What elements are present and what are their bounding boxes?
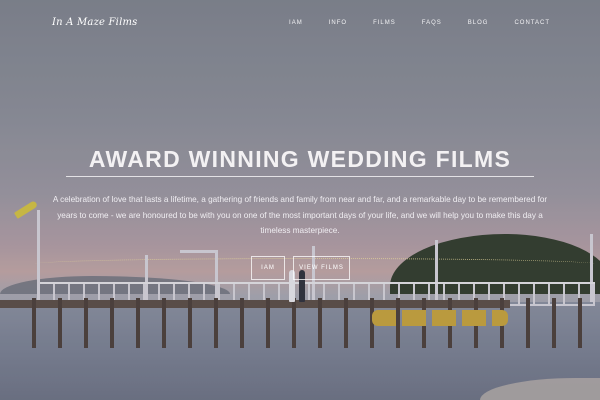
- hero-tagline: A celebration of love that lasts a lifet…: [52, 195, 548, 235]
- hero-headline: AWARD WINNING WEDDING FILMS: [88, 146, 512, 172]
- site-logo[interactable]: In A Maze Films: [52, 17, 138, 28]
- headline-divider: [66, 176, 534, 177]
- nav-item-blog[interactable]: BLOG: [468, 20, 489, 26]
- nav-item-contact[interactable]: CONTACT: [514, 20, 550, 26]
- iam-button[interactable]: IAM: [251, 256, 285, 280]
- nav-item-info[interactable]: INFO: [329, 20, 347, 26]
- nav-item-films[interactable]: FILMS: [373, 20, 396, 26]
- nav-item-iam[interactable]: IAM: [289, 20, 303, 26]
- view-films-button[interactable]: VIEW FILMS: [293, 256, 350, 280]
- main-nav: IAM INFO FILMS FAQS BLOG CONTACT: [263, 20, 550, 26]
- nav-item-faqs[interactable]: FAQS: [422, 20, 442, 26]
